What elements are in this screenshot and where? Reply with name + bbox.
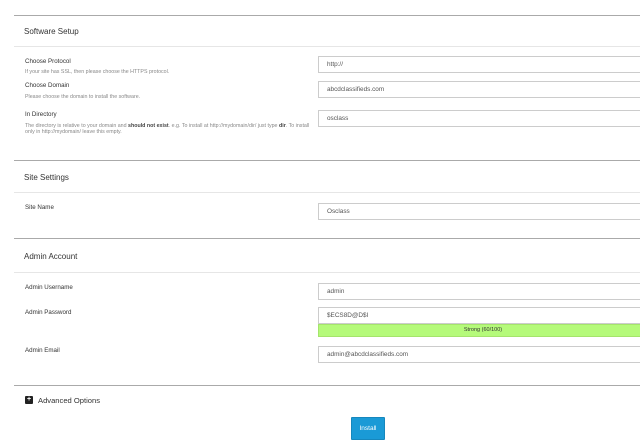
admin-username-input[interactable] [318,283,640,300]
admin-username-label: Admin Username [25,284,73,291]
section-header: Site Settings [14,161,640,193]
advanced-options-label: Advanced Options [38,395,101,405]
admin-email-input[interactable] [318,346,640,363]
advanced-options-divider [14,385,640,386]
protocol-select[interactable] [318,56,640,73]
directory-input[interactable] [318,110,640,127]
install-button[interactable]: Install [351,417,385,440]
section-title: Site Settings [24,173,69,182]
site-settings-section: Site Settings [14,160,640,239]
admin-password-input[interactable] [318,307,640,324]
section-header: Admin Account [14,239,640,273]
site-name-input[interactable] [318,203,640,220]
password-strength-meter: Strong (60/100) [318,324,640,337]
directory-label: In Directory [25,111,57,118]
section-header: Software Setup [14,16,640,47]
section-title: Software Setup [24,27,79,36]
section-title: Admin Account [24,252,78,261]
advanced-options-toggle[interactable]: + Advanced Options [25,395,100,405]
plus-square-icon: + [25,396,33,404]
directory-hint: The directory is relative to your domain… [25,123,310,136]
protocol-label: Choose Protocol [25,58,71,65]
domain-label: Choose Domain [25,82,70,89]
domain-hint: Please choose the domain to install the … [25,94,141,100]
site-name-label: Site Name [25,204,54,211]
admin-email-label: Admin Email [25,347,60,354]
domain-select[interactable] [318,81,640,98]
admin-password-label: Admin Password [25,309,72,316]
protocol-hint: If your site has SSL, then please choose… [25,69,170,75]
